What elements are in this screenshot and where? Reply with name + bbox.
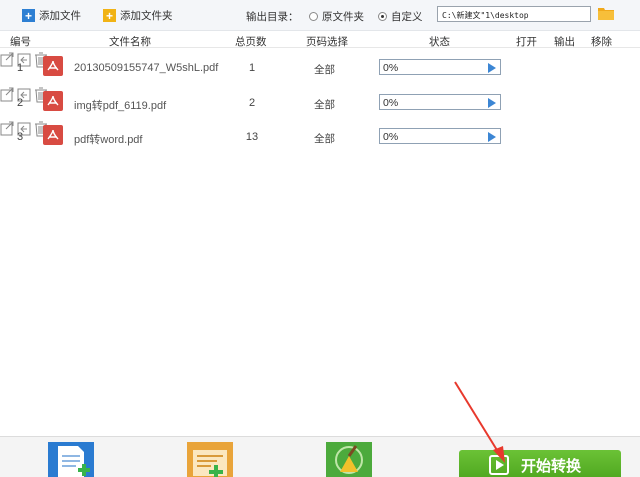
header-filename: 文件名称 bbox=[109, 36, 151, 48]
start-convert-label: 开始转换 bbox=[521, 457, 582, 475]
play-icon bbox=[489, 455, 509, 475]
row-pages: 13 bbox=[245, 131, 259, 143]
toolbar: + 添加文件 + 添加文件夹 输出目录： 原文件夹 自定义 C:\新建文"1\d… bbox=[0, 0, 640, 31]
progress-text: 0% bbox=[383, 62, 399, 74]
radio-original-folder[interactable]: 原文件夹 bbox=[309, 9, 364, 24]
output-dir-label: 输出目录： bbox=[246, 11, 299, 23]
pdf-icon bbox=[43, 91, 63, 111]
header-status: 状态 bbox=[429, 36, 450, 48]
add-file-button[interactable]: + 添加文件 bbox=[22, 8, 81, 23]
row-filename: pdf转word.pdf bbox=[74, 134, 143, 146]
row-page-range[interactable]: 全部 bbox=[314, 131, 335, 146]
row-index: 1 bbox=[17, 62, 24, 74]
plus-icon: + bbox=[22, 9, 35, 22]
clear-list-icon[interactable] bbox=[326, 442, 372, 477]
play-icon[interactable] bbox=[488, 98, 496, 108]
progress-bar: 0% bbox=[379, 59, 501, 75]
radio-original-label: 原文件夹 bbox=[322, 11, 364, 23]
add-folder-label: 添加文件夹 bbox=[120, 10, 173, 22]
folder-plus-icon: + bbox=[103, 9, 116, 22]
row-page-range[interactable]: 全部 bbox=[314, 97, 335, 112]
row-index: 3 bbox=[17, 131, 24, 143]
radio-dot-custom bbox=[378, 12, 387, 21]
play-icon[interactable] bbox=[488, 132, 496, 142]
document-add-icon[interactable] bbox=[48, 442, 94, 477]
add-file-label: 添加文件 bbox=[39, 10, 81, 22]
header-page-range: 页码选择 bbox=[306, 36, 348, 48]
pdf-icon bbox=[43, 125, 63, 145]
progress-bar: 0% bbox=[379, 128, 501, 144]
row-filename: 20130509155747_W5shL.pdf bbox=[74, 62, 219, 74]
progress-bar: 0% bbox=[379, 94, 501, 110]
table-row[interactable]: 3 pdf转word.pdf 13 全部 0% bbox=[0, 121, 640, 153]
table-row[interactable]: 2 img转pdf_6119.pdf 2 全部 0% bbox=[0, 87, 640, 119]
open-external-icon[interactable] bbox=[0, 87, 14, 103]
header-output: 输出 bbox=[554, 36, 575, 48]
radio-custom-folder[interactable]: 自定义 bbox=[378, 9, 423, 24]
row-page-range[interactable]: 全部 bbox=[314, 62, 335, 77]
open-external-icon[interactable] bbox=[0, 52, 14, 68]
progress-text: 0% bbox=[383, 97, 399, 109]
row-pages: 2 bbox=[248, 97, 256, 109]
progress-text: 0% bbox=[383, 131, 399, 143]
radio-dot-original bbox=[309, 12, 318, 21]
row-pages: 1 bbox=[248, 62, 256, 74]
table-header: 编号 文件名称 总页数 页码选择 状态 打开 输出 移除 bbox=[0, 31, 640, 48]
add-folder-button[interactable]: + 添加文件夹 bbox=[103, 8, 173, 23]
header-remove: 移除 bbox=[591, 36, 612, 48]
output-path-input[interactable]: C:\新建文"1\desktop bbox=[437, 6, 591, 22]
radio-custom-label: 自定义 bbox=[391, 11, 423, 23]
open-external-icon[interactable] bbox=[0, 121, 14, 137]
header-index: 编号 bbox=[10, 36, 31, 48]
pdf-icon bbox=[43, 56, 63, 76]
play-icon[interactable] bbox=[488, 63, 496, 73]
header-open: 打开 bbox=[516, 36, 537, 48]
header-pages: 总页数 bbox=[235, 36, 267, 48]
row-filename: img转pdf_6119.pdf bbox=[74, 100, 167, 112]
start-convert-button[interactable]: 开始转换 bbox=[459, 450, 621, 477]
table-row[interactable]: 1 20130509155747_W5shL.pdf 1 全部 0% bbox=[0, 52, 640, 84]
folder-add-icon[interactable] bbox=[187, 442, 233, 477]
folder-icon[interactable] bbox=[598, 6, 614, 20]
row-index: 2 bbox=[17, 97, 24, 109]
